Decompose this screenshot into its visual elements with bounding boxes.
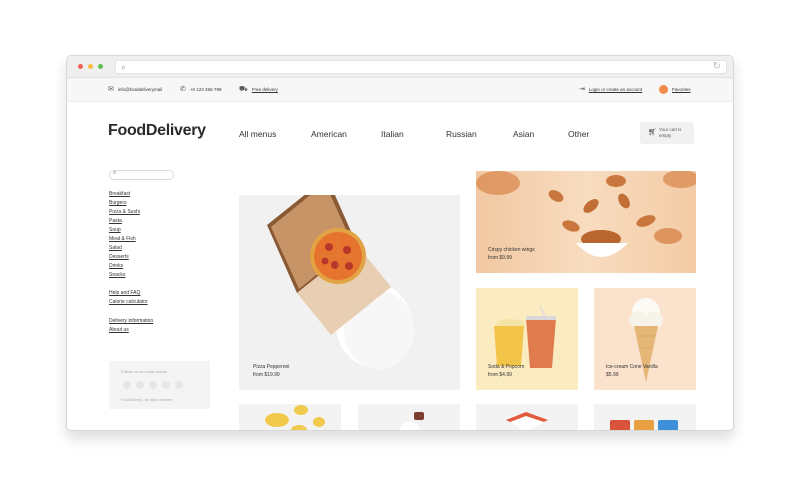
sidebar-item-breakfast[interactable]: Breakfast [109,191,130,197]
instagram-icon[interactable] [162,381,170,389]
soda-price: from $4.99 [488,372,512,378]
pizza-name: Pizza Pepperoni [253,364,290,370]
sidebar-search-input[interactable]: ⌕ [109,170,174,180]
email-text: info@fooddeliverymail [117,87,163,92]
vk-icon[interactable] [136,381,144,389]
sidebar-item-snacks[interactable]: Snacks [109,272,125,278]
sidebar-item-drinks[interactable]: Drinks [109,263,123,269]
sidebar-about-us[interactable]: About us [109,327,129,333]
wings-name: Crispy chicken wings [488,247,535,253]
sidebar-help-faq[interactable]: Help and FAQ [109,290,140,296]
soda-cans-illustration [610,420,678,430]
contact-bar: ✉ info@fooddeliverymail ✆ +0 123 456-789… [67,78,733,102]
product-card-wings[interactable]: Crispy chicken wings from $9.99 [476,171,696,273]
phone-icon: ✆ [180,86,186,93]
takeout-box-illustration [506,412,548,430]
sidebar-item-pasta[interactable]: Pasta [109,218,122,224]
nav-american[interactable]: American [311,129,347,139]
social-title: Follow us on social media [121,369,167,374]
social-media-box: Follow us on social media FoodDelivery -… [109,361,210,409]
minimize-window-button[interactable] [88,64,93,69]
product-card-icecream[interactable]: Ice-cream Cone Vanilla $5.99 [594,288,696,390]
cart-status: Your cart is empty [659,127,682,138]
phone-link[interactable]: ✆ +0 123 456-789 [180,86,222,93]
pizza-price: from $19.99 [253,372,280,378]
product-card-pizza[interactable]: Pizza Pepperoni from $19.99 [239,195,460,390]
google-plus-icon[interactable] [175,381,183,389]
product-card-soda[interactable]: Soda & Popcorn from $4.99 [476,288,578,390]
reload-icon[interactable]: ↻ [713,61,721,73]
pizza-box-illustration [267,195,414,369]
login-icon: ⇥ [579,86,585,93]
nav-russian[interactable]: Russian [446,129,477,139]
sidebar-calorie-calculator[interactable]: Calorie calculator [109,299,148,305]
free-delivery-text: Free delivery [251,87,278,92]
soda-name: Soda & Popcorn [488,364,525,370]
sidebar-item-salad[interactable]: Salad [109,245,122,251]
wings-price: from $9.99 [488,255,512,261]
sidebar-item-soup[interactable]: Soup [109,227,121,233]
browser-titlebar: ⌕ ↻ [67,56,733,78]
chips-illustration [265,405,325,430]
maximize-window-button[interactable] [98,64,103,69]
search-icon: ⌕ [113,170,117,176]
heart-icon [659,85,668,94]
facebook-icon[interactable] [123,381,131,389]
product-card-box[interactable] [476,404,578,430]
sidebar-item-burgers[interactable]: Burgers [109,200,127,206]
drink-illustration [400,412,424,430]
sidebar-delivery-information[interactable]: Delivery information [109,318,153,324]
nav-all-menus[interactable]: All menus [239,129,276,139]
nav-asian[interactable]: Asian [513,129,534,139]
product-card-chips[interactable] [239,404,341,430]
free-delivery-link[interactable]: ⛟ Free delivery [239,86,278,93]
product-card-drink[interactable] [358,404,460,430]
close-window-button[interactable] [78,64,83,69]
nav-other[interactable]: Other [568,129,589,139]
login-text: Login or create an account [588,87,643,92]
envelope-icon: ✉ [108,86,114,93]
site-logo[interactable]: FoodDelivery [108,122,206,140]
icecream-name: Ice-cream Cone Vanilla [606,364,658,370]
login-link[interactable]: ⇥ Login or create an account [579,86,642,93]
sidebar-item-desserts[interactable]: Desserts [109,254,129,260]
social-icons [123,381,183,389]
copyright-text: FoodDelivery - all rights reserved [121,398,173,402]
truck-icon: ⛟ [239,86,248,93]
favorites-text: Favorites [672,87,691,92]
search-icon: ⌕ [121,62,127,72]
sidebar-item-pizza-sushi[interactable]: Pizza & Sushi [109,209,140,215]
twitter-icon[interactable] [149,381,157,389]
product-card-cans[interactable] [594,404,696,430]
favorites-link[interactable]: Favorites [659,85,691,94]
address-bar[interactable]: ⌕ ↻ [115,60,727,74]
cart-button[interactable]: 🛒︎ Your cart is empty [640,122,694,144]
cart-icon: 🛒︎ [648,129,657,136]
browser-window: ⌕ ↻ ✉ info@fooddeliverymail ✆ +0 123 456… [66,55,734,431]
phone-text: +0 123 456-789 [189,87,222,92]
icecream-price: $5.99 [606,372,619,378]
nav-italian[interactable]: Italian [381,129,404,139]
email-link[interactable]: ✉ info@fooddeliverymail [108,86,162,93]
sidebar-item-meat-fish[interactable]: Meat & Fish [109,236,136,242]
